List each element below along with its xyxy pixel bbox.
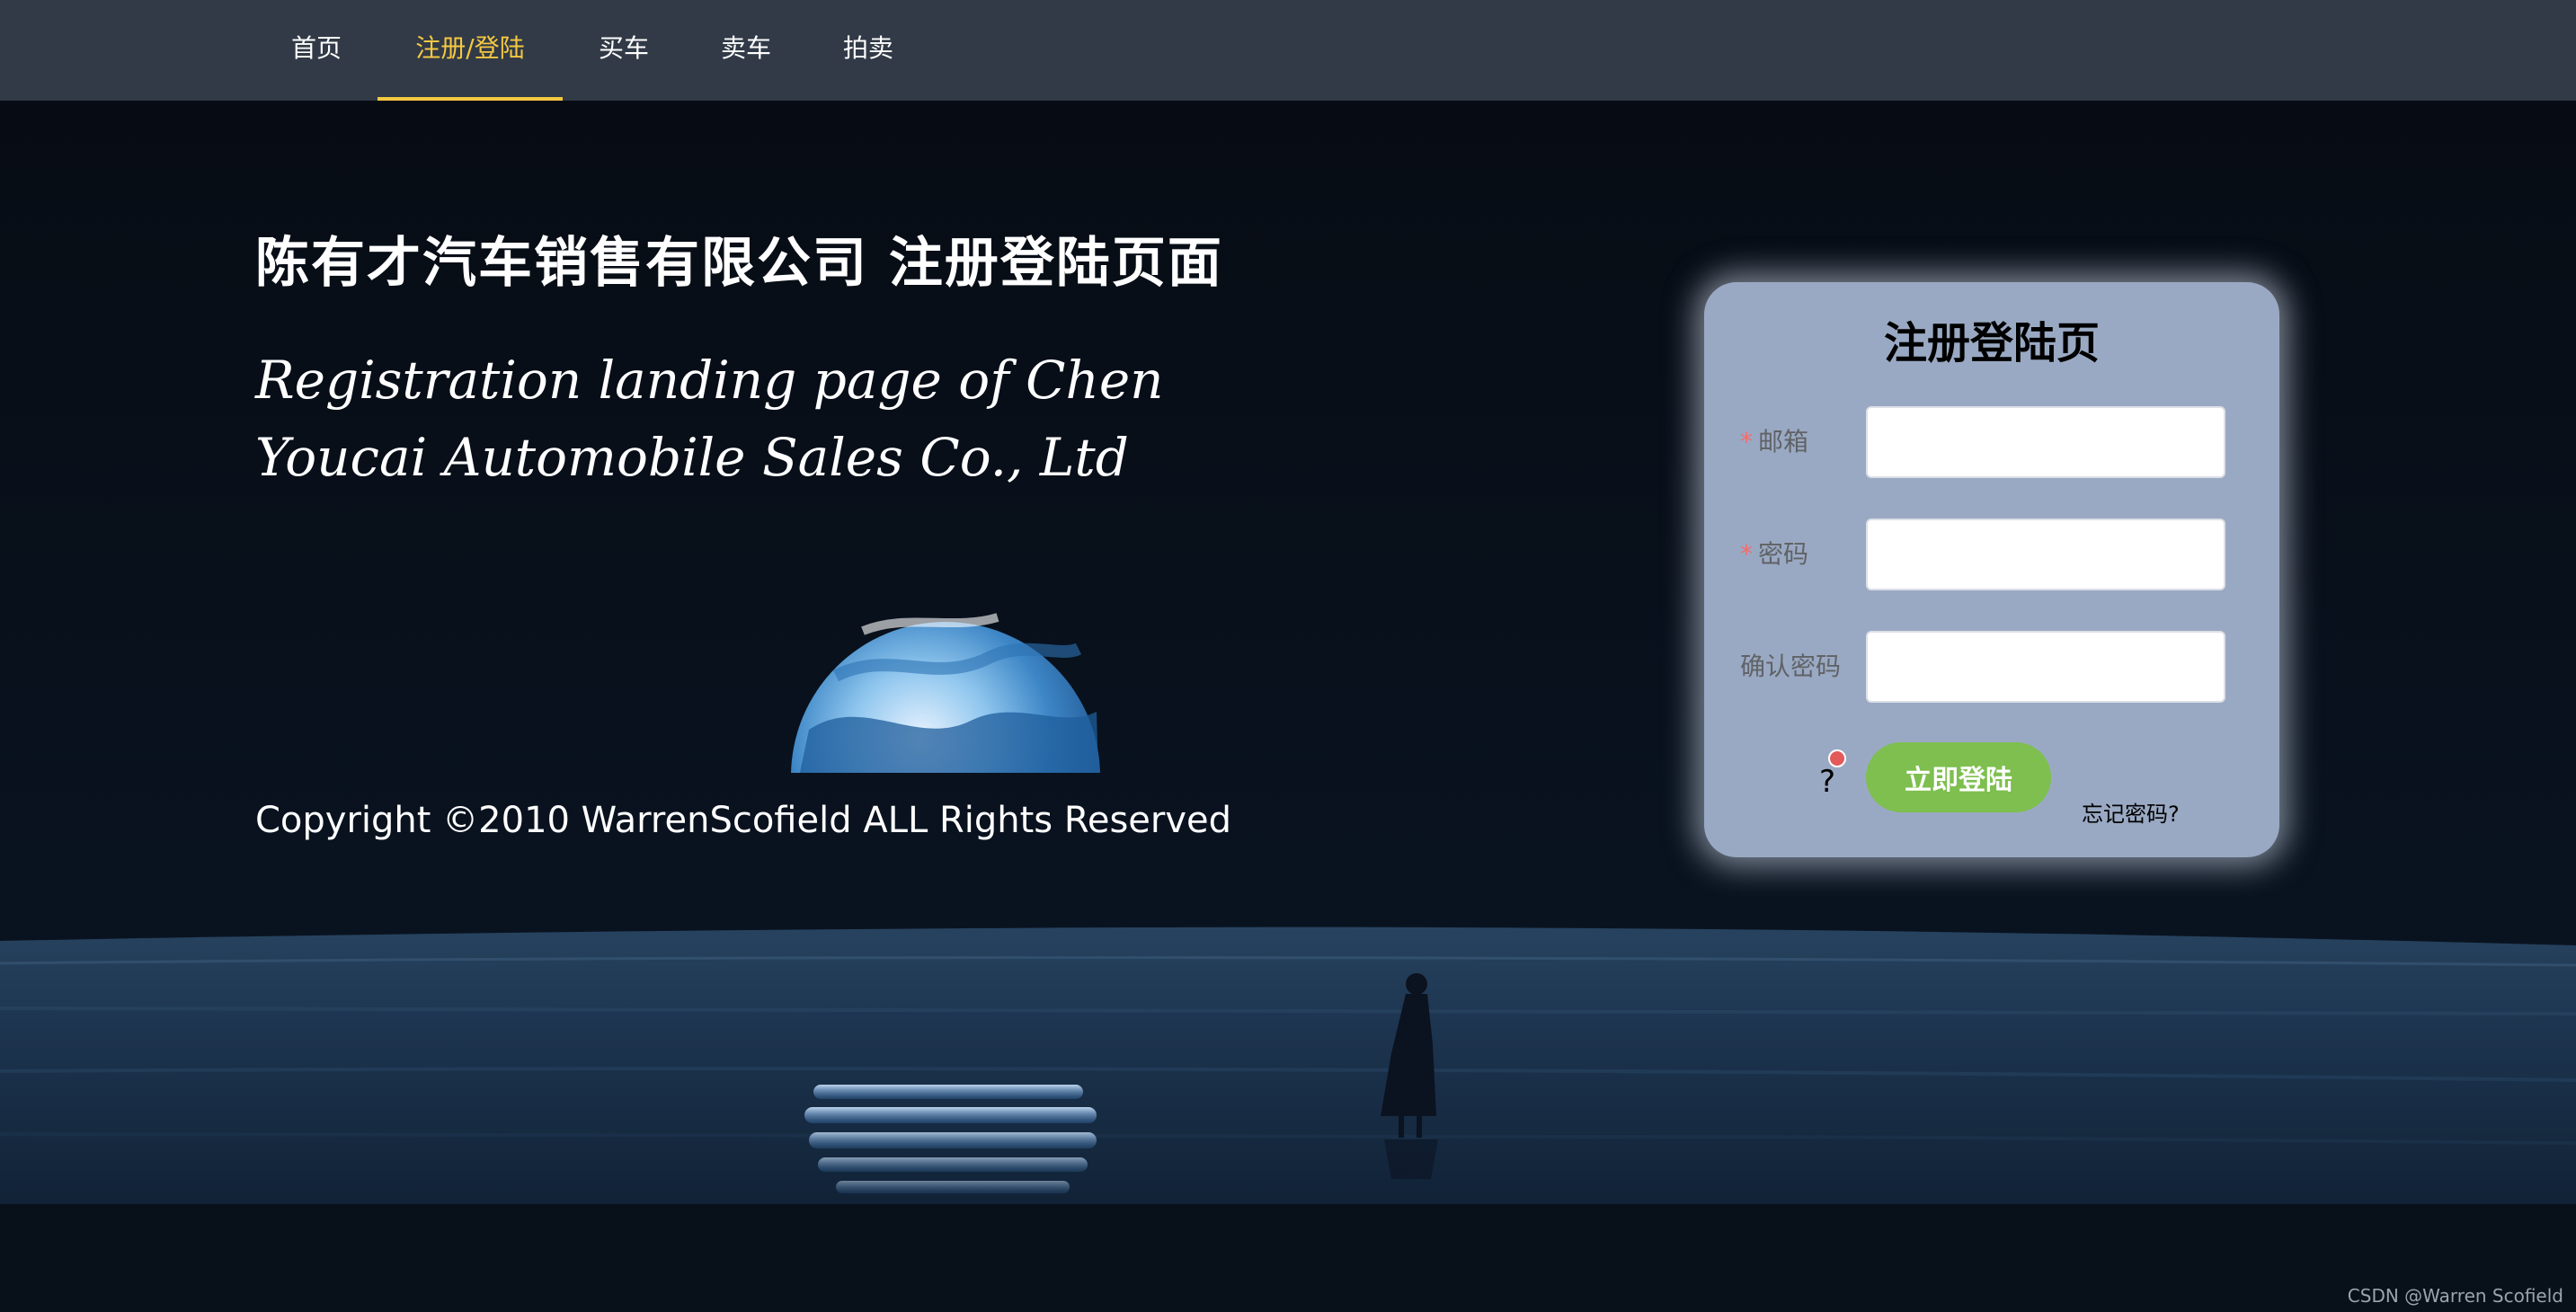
page-title: 陈有才汽车销售有限公司 注册登陆页面 xyxy=(255,232,1223,295)
nav-item-home[interactable]: 首页 xyxy=(270,0,363,101)
nav-item-buy-car[interactable]: 买车 xyxy=(577,0,671,101)
nav-active-underline xyxy=(378,97,563,101)
copyright-text: Copyright ©2010 WarrenScofield ALL Right… xyxy=(255,800,1232,841)
confirm-password-label: 确认密码 xyxy=(1740,647,1841,683)
login-button[interactable]: 立即登陆 xyxy=(1866,742,2051,812)
login-card: 注册登陆页 * 邮箱 * 密码 确认密码 ? 立即登陆 忘记密码? xyxy=(1704,282,2279,857)
top-navbar: 首页 注册/登陆 买车 卖车 拍卖 xyxy=(0,0,2576,101)
forgot-password-link[interactable]: 忘记密码? xyxy=(2082,796,2180,828)
page-subtitle: Registration landing page of Chen Youcai… xyxy=(255,350,1164,488)
confirm-password-label-text: 确认密码 xyxy=(1740,652,1842,681)
required-asterisk: * xyxy=(1740,539,1753,569)
water-surface xyxy=(0,926,2576,1204)
email-label: * 邮箱 xyxy=(1740,422,1808,458)
nav-item-register-login[interactable]: 注册/登陆 xyxy=(378,0,563,101)
password-field[interactable] xyxy=(1866,519,2225,590)
email-label-text: 邮箱 xyxy=(1758,427,1809,457)
page: 首页 注册/登陆 买车 卖车 拍卖 陈有才汽车销售有限公司 注册登陆页面 Reg… xyxy=(0,0,2576,1312)
nav-item-auction[interactable]: 拍卖 xyxy=(822,0,915,101)
required-asterisk: * xyxy=(1740,427,1753,457)
confirm-password-field[interactable] xyxy=(1866,631,2225,703)
bottom-band xyxy=(0,1204,2576,1312)
nav-item-sell-car[interactable]: 卖车 xyxy=(699,0,793,101)
login-card-title: 注册登陆页 xyxy=(1883,318,2100,368)
email-field[interactable] xyxy=(1866,406,2225,478)
password-label: * 密码 xyxy=(1740,535,1808,571)
watermark: CSDN @Warren Scofield xyxy=(2347,1285,2563,1307)
notification-dot-icon xyxy=(1828,749,1846,767)
help-question-icon[interactable]: ? xyxy=(1819,764,1835,800)
password-label-text: 密码 xyxy=(1758,539,1809,569)
